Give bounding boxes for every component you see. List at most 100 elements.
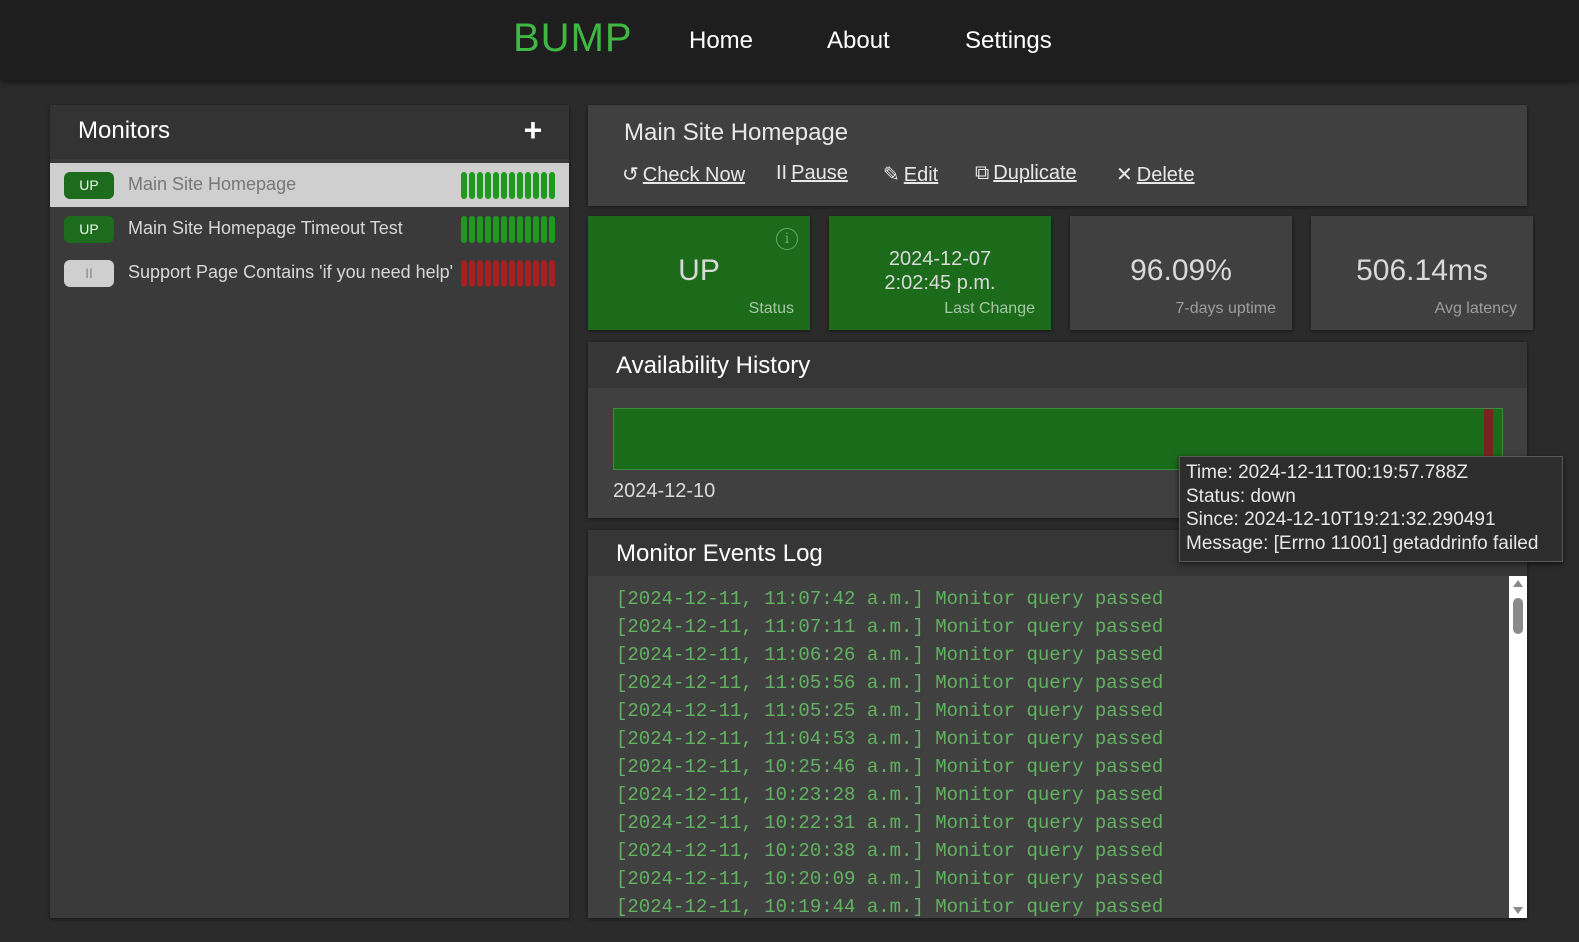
tooltip-status: Status: down — [1186, 485, 1296, 507]
copy-icon: ⧉ — [975, 162, 990, 184]
duplicate-label: Duplicate — [993, 162, 1077, 184]
delete-button[interactable]: ✕ Delete — [1116, 162, 1195, 187]
pencil-icon: ✎ — [883, 164, 900, 186]
uptime-label: 7-days uptime — [1175, 300, 1277, 317]
last-change-card: 2024-12-07 2:02:45 p.m. Last Change — [829, 216, 1051, 330]
monitor-history-bars — [461, 172, 557, 199]
log-line: [2024-12-11, 11:06:26 a.m.] Monitor quer… — [616, 644, 1164, 666]
close-icon: ✕ — [1116, 164, 1133, 186]
history-bar-down — [501, 260, 507, 287]
log-line: [2024-12-11, 10:20:38 a.m.] Monitor quer… — [616, 840, 1164, 862]
edit-button[interactable]: ✎ Edit — [883, 162, 938, 187]
history-bar-up — [461, 216, 467, 243]
latency-label: Avg latency — [1434, 300, 1517, 317]
add-monitor-button[interactable]: + — [516, 113, 550, 147]
history-bar-down — [533, 260, 539, 287]
log-line: [2024-12-11, 11:04:53 a.m.] Monitor quer… — [616, 728, 1164, 750]
status-card: i UP Status — [588, 216, 810, 330]
history-bar-up — [549, 216, 555, 243]
history-bar-down — [485, 260, 491, 287]
pause-icon: II — [776, 162, 788, 184]
log-line: [2024-12-11, 10:20:09 a.m.] Monitor quer… — [616, 868, 1164, 890]
log-line: [2024-12-11, 11:05:56 a.m.] Monitor quer… — [616, 672, 1164, 694]
history-bar-down — [525, 260, 531, 287]
history-bar-up — [469, 172, 475, 199]
availability-history-header: Availability History — [588, 342, 1527, 388]
monitor-name: Main Site Homepage — [128, 174, 297, 194]
history-bar-down — [477, 260, 483, 287]
last-change-label: Last Change — [944, 300, 1035, 317]
pause-button[interactable]: II Pause — [776, 162, 848, 185]
latency-value: 506.14ms — [1356, 254, 1488, 287]
history-bar-up — [469, 216, 475, 243]
history-bar-down — [461, 260, 467, 287]
history-bar-up — [541, 172, 547, 199]
log-line: [2024-12-11, 10:22:31 a.m.] Monitor quer… — [616, 812, 1164, 834]
tooltip-time: Time: 2024-12-11T00:19:57.788Z — [1186, 462, 1469, 483]
check-now-button[interactable]: ↺ Check Now — [622, 162, 745, 187]
history-bar-down — [493, 260, 499, 287]
monitors-panel-header: Monitors + — [50, 105, 569, 159]
history-bar-up — [485, 172, 491, 199]
info-icon[interactable]: i — [776, 228, 798, 250]
availability-history-title: Availability History — [616, 352, 811, 379]
events-log-title: Monitor Events Log — [616, 540, 823, 567]
monitor-history-bars — [461, 216, 557, 243]
history-bar-down — [541, 260, 547, 287]
nav-link-about[interactable]: About — [827, 27, 890, 55]
history-bar-up — [525, 216, 531, 243]
log-line: [2024-12-11, 10:23:28 a.m.] Monitor quer… — [616, 784, 1164, 806]
monitors-panel: Monitors + UP Main Site Homepage UP Main… — [50, 105, 569, 918]
nav-link-settings[interactable]: Settings — [965, 27, 1052, 55]
status-label: Status — [748, 300, 794, 317]
history-bar-up — [533, 216, 539, 243]
history-bar-up — [477, 216, 483, 243]
history-bar-up — [517, 216, 523, 243]
monitor-row-support-page[interactable]: II Support Page Contains 'if you need he… — [50, 251, 569, 295]
check-now-label: Check Now — [642, 164, 746, 186]
log-line: [2024-12-11, 11:07:11 a.m.] Monitor quer… — [616, 616, 1164, 638]
brand-logo[interactable]: BUMP — [513, 16, 633, 61]
refresh-icon: ↺ — [622, 164, 639, 186]
history-bar-up — [501, 216, 507, 243]
monitors-panel-title: Monitors — [78, 117, 171, 144]
history-bar-up — [517, 172, 523, 199]
monitor-row-main-site-homepage[interactable]: UP Main Site Homepage — [50, 163, 569, 207]
events-log-list[interactable]: [2024-12-11, 11:07:42 a.m.] Monitor quer… — [588, 576, 1527, 918]
tooltip-message: Message: [Errno 11001] getaddrinfo faile… — [1186, 532, 1539, 554]
monitor-name: Support Page Contains 'if you need help' — [128, 262, 454, 282]
history-bar-down — [549, 260, 555, 287]
nav-link-home[interactable]: Home — [689, 27, 753, 55]
history-bar-up — [493, 172, 499, 199]
scroll-thumb[interactable] — [1513, 598, 1523, 634]
history-bar-up — [525, 172, 531, 199]
log-line: [2024-12-11, 10:19:44 a.m.] Monitor quer… — [616, 896, 1164, 918]
scroll-up-arrow-icon[interactable] — [1513, 580, 1523, 587]
last-change-date: 2024-12-07 — [888, 248, 992, 270]
history-bar-up — [461, 172, 467, 199]
top-navbar: BUMP Home About Settings — [0, 0, 1579, 80]
history-bar-up — [549, 172, 555, 199]
status-value: UP — [678, 254, 720, 287]
availability-tooltip: Time: 2024-12-11T00:19:57.788Z Status: d… — [1179, 456, 1563, 562]
events-log-scrollbar[interactable] — [1509, 576, 1527, 918]
history-bar-up — [509, 172, 515, 199]
log-line: [2024-12-11, 10:25:46 a.m.] Monitor quer… — [616, 756, 1164, 778]
edit-label: Edit — [903, 164, 939, 186]
last-change-time: 2:02:45 p.m. — [884, 272, 996, 294]
log-line: [2024-12-11, 11:07:42 a.m.] Monitor quer… — [616, 588, 1164, 610]
tooltip-since: Since: 2024-12-10T19:21:32.290491 — [1186, 509, 1496, 530]
history-bar-up — [493, 216, 499, 243]
history-bar-up — [485, 216, 491, 243]
monitor-paused-badge: II — [64, 260, 114, 287]
uptime-card: 96.09% 7-days uptime — [1070, 216, 1292, 330]
monitor-events-log-card: Monitor Events Log [2024-12-11, 11:07:42… — [588, 530, 1527, 918]
duplicate-button[interactable]: ⧉ Duplicate — [975, 162, 1077, 185]
scroll-down-arrow-icon[interactable] — [1513, 907, 1523, 914]
history-bar-down — [469, 260, 475, 287]
monitor-status-badge: UP — [64, 172, 114, 199]
monitor-name: Main Site Homepage Timeout Test — [128, 218, 403, 238]
monitor-row-timeout-test[interactable]: UP Main Site Homepage Timeout Test — [50, 207, 569, 251]
history-bar-down — [517, 260, 523, 287]
history-bar-up — [501, 172, 507, 199]
